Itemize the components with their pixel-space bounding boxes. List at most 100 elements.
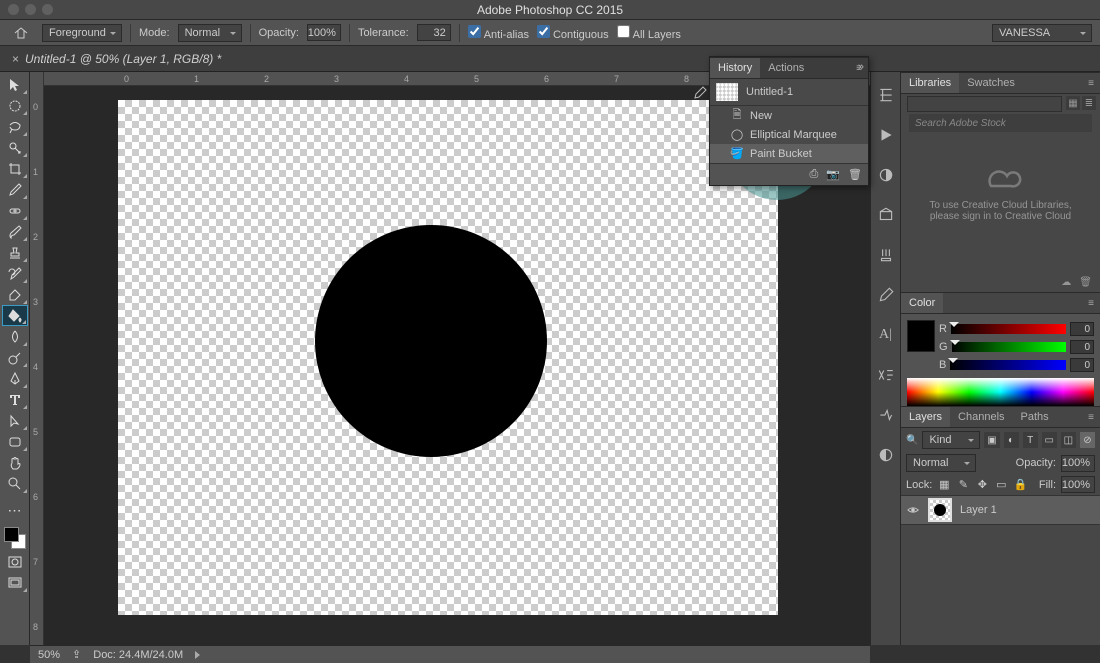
share-icon[interactable]: ⇪	[72, 648, 81, 661]
new-snapshot-icon[interactable]: ⎙	[810, 168, 819, 181]
history-brush-source-icon[interactable]	[690, 85, 710, 101]
tab-color[interactable]: Color	[901, 293, 943, 313]
layer-name[interactable]: Layer 1	[960, 504, 997, 516]
g-slider[interactable]	[952, 342, 1066, 352]
blend-mode-dropdown[interactable]: Normal	[906, 454, 976, 472]
filter-toggle[interactable]: ⊘	[1080, 432, 1095, 448]
visibility-icon[interactable]	[906, 503, 920, 517]
doc-size[interactable]: Doc: 24.4M/24.0M	[93, 649, 183, 661]
panel-menu-icon[interactable]: ≡	[1083, 412, 1100, 423]
layer-filter-dropdown[interactable]: Kind	[922, 431, 980, 449]
info-icon[interactable]	[877, 406, 895, 424]
fill-value[interactable]: 100%	[1061, 476, 1095, 493]
filter-type-icon[interactable]: T	[1023, 432, 1038, 448]
type-tool[interactable]	[2, 389, 28, 410]
libraries-dropdown[interactable]	[907, 96, 1062, 112]
history-state-marquee[interactable]: ◯Elliptical Marquee	[710, 125, 868, 144]
color-swatches[interactable]	[2, 525, 28, 551]
lock-pixels-icon[interactable]: ✎	[956, 478, 970, 492]
screenmode-toggle[interactable]	[2, 572, 28, 593]
styles-icon[interactable]	[877, 206, 895, 224]
status-chevron-icon[interactable]	[195, 651, 200, 659]
history-state-paintbucket[interactable]: 🪣Paint Bucket	[710, 144, 868, 163]
dodge-tool[interactable]	[2, 347, 28, 368]
r-slider[interactable]	[951, 324, 1066, 334]
antialias-checkbox[interactable]: Anti-alias	[468, 25, 529, 41]
layer-row[interactable]: Layer 1	[901, 495, 1100, 525]
play-icon[interactable]	[877, 126, 895, 144]
tab-swatches[interactable]: Swatches	[959, 73, 1023, 93]
b-slider[interactable]	[950, 360, 1066, 370]
filter-adjust-icon[interactable]: ◐	[1004, 432, 1019, 448]
tab-paths[interactable]: Paths	[1013, 407, 1057, 427]
r-value[interactable]: 0	[1070, 322, 1094, 336]
eyedropper-tool[interactable]	[2, 179, 28, 200]
lasso-tool[interactable]	[2, 116, 28, 137]
layer-opacity-value[interactable]: 100%	[1061, 455, 1095, 472]
history-document[interactable]: Untitled-1	[710, 79, 868, 106]
g-value[interactable]: 0	[1070, 340, 1094, 354]
quick-select-tool[interactable]	[2, 137, 28, 158]
mode-dropdown[interactable]: Normal	[178, 24, 242, 42]
lock-transparent-icon[interactable]: ▦	[937, 478, 951, 492]
toggle-panels-icon[interactable]	[877, 86, 895, 104]
brush-presets-icon[interactable]	[877, 286, 895, 304]
tolerance-value[interactable]: 32	[417, 24, 451, 41]
hand-tool[interactable]	[2, 452, 28, 473]
tab-channels[interactable]: Channels	[950, 407, 1012, 427]
window-minimize[interactable]	[25, 4, 36, 15]
history-brush-tool[interactable]	[2, 263, 28, 284]
panel-menu-icon[interactable]: ≡	[1083, 78, 1100, 89]
workspace-dropdown[interactable]: VANESSA	[992, 24, 1092, 42]
character-icon[interactable]: A|	[877, 326, 895, 344]
lock-all-icon[interactable]: 🔒	[1013, 478, 1027, 492]
crop-tool[interactable]	[2, 158, 28, 179]
document-tab[interactable]: Untitled-1 @ 50% (Layer 1, RGB/8) *	[0, 46, 233, 71]
path-select-tool[interactable]	[2, 410, 28, 431]
window-zoom[interactable]	[42, 4, 53, 15]
color-spectrum[interactable]	[907, 378, 1094, 406]
window-close[interactable]	[8, 4, 19, 15]
cloud-sync-icon[interactable]: ☁	[1061, 277, 1071, 288]
adjustments-icon[interactable]	[877, 166, 895, 184]
contiguous-checkbox[interactable]: Contiguous	[537, 25, 609, 41]
tab-actions[interactable]: Actions	[760, 58, 812, 78]
lock-position-icon[interactable]: ✥	[975, 478, 989, 492]
panel-menu-icon[interactable]: ≡	[1083, 298, 1100, 309]
collapse-icon[interactable]: »	[858, 61, 864, 73]
trash-icon[interactable]: 🗑	[848, 168, 862, 181]
tab-libraries[interactable]: Libraries	[901, 73, 959, 93]
opacity-value[interactable]: 100%	[307, 24, 341, 41]
healing-tool[interactable]	[2, 200, 28, 221]
paragraph-icon[interactable]	[877, 366, 895, 384]
filter-shape-icon[interactable]: ▭	[1042, 432, 1057, 448]
color-swatch[interactable]	[907, 320, 935, 352]
tab-history[interactable]: History	[710, 58, 760, 78]
grid-view-icon[interactable]: ▦	[1066, 96, 1080, 110]
search-stock-input[interactable]: Search Adobe Stock	[909, 114, 1092, 132]
zoom-value[interactable]: 50%	[38, 649, 60, 661]
shape-tool[interactable]	[2, 431, 28, 452]
marquee-tool[interactable]	[2, 95, 28, 116]
filter-smart-icon[interactable]: ◫	[1061, 432, 1076, 448]
camera-icon[interactable]: 📷	[826, 168, 840, 181]
list-view-icon[interactable]: ≣	[1082, 96, 1096, 110]
tab-layers[interactable]: Layers	[901, 407, 950, 427]
fill-dropdown[interactable]: Foreground	[42, 24, 122, 42]
eraser-tool[interactable]	[2, 284, 28, 305]
paint-bucket-tool[interactable]	[2, 305, 28, 326]
alllayers-checkbox[interactable]: All Layers	[617, 25, 681, 41]
edit-toolbar[interactable]: ⋯	[2, 500, 28, 521]
document-canvas[interactable]	[118, 100, 778, 615]
zoom-tool[interactable]	[2, 473, 28, 494]
b-value[interactable]: 0	[1070, 358, 1094, 372]
pen-tool[interactable]	[2, 368, 28, 389]
tool-preset-icon[interactable]	[8, 22, 34, 43]
lock-artboard-icon[interactable]: ▭	[994, 478, 1008, 492]
brushes-icon[interactable]	[877, 246, 895, 264]
brush-tool[interactable]	[2, 221, 28, 242]
layer-thumbnail[interactable]	[928, 498, 952, 522]
move-tool[interactable]	[2, 74, 28, 95]
properties-icon[interactable]	[877, 446, 895, 464]
filter-pixel-icon[interactable]: ▣	[984, 432, 999, 448]
